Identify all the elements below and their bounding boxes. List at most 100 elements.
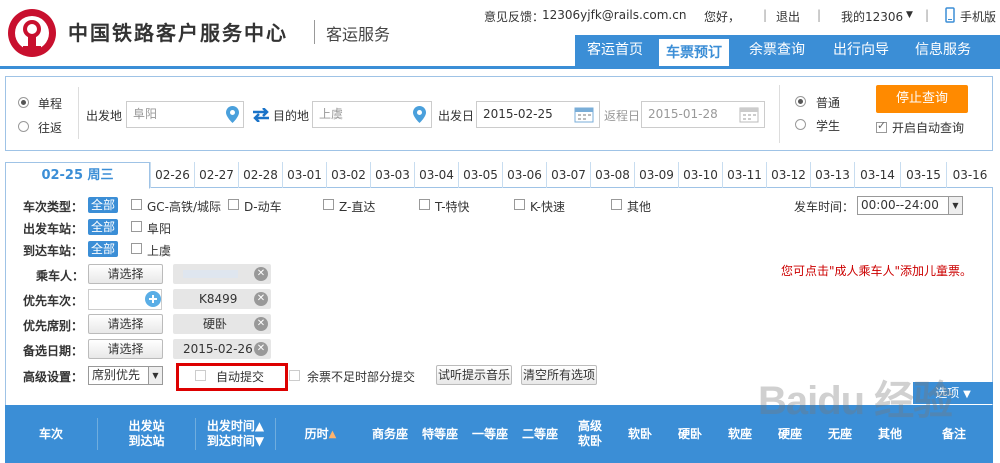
date-tab[interactable]: 02-26 bbox=[150, 162, 194, 188]
feedback-label: 意见反馈： bbox=[484, 10, 545, 24]
date-tab[interactable]: 03-09 bbox=[634, 162, 678, 188]
from-station-label: 出发车站： bbox=[23, 222, 84, 236]
train-type-label: 车次类型： bbox=[23, 200, 84, 214]
sort-down-icon[interactable]: ▼ bbox=[255, 434, 264, 448]
train-type-checkbox[interactable] bbox=[323, 199, 334, 210]
single-trip-radio[interactable] bbox=[18, 97, 29, 108]
nav-item-ticket-query[interactable]: 余票查询 bbox=[737, 35, 817, 66]
col-arrive-time[interactable]: 到达时间▼ bbox=[207, 434, 264, 449]
depart-time-select[interactable]: 00:00--24:00 ▼ bbox=[857, 196, 963, 215]
round-trip-radio[interactable] bbox=[18, 121, 29, 132]
remove-icon[interactable]: ✕ bbox=[254, 342, 268, 356]
train-type-checkbox[interactable] bbox=[611, 199, 622, 210]
passenger-tag: ✕ bbox=[173, 264, 271, 284]
my12306-link[interactable]: 我的12306 bbox=[841, 8, 903, 25]
train-type-label-d: D-动车 bbox=[244, 200, 282, 214]
remove-icon[interactable]: ✕ bbox=[254, 292, 268, 306]
date-tab[interactable]: 03-07 bbox=[546, 162, 590, 188]
chevron-down-icon[interactable]: ▼ bbox=[906, 10, 913, 20]
depart-time-label: 发车时间： bbox=[794, 200, 855, 214]
logout-link[interactable]: 退出 bbox=[776, 8, 800, 25]
date-tab[interactable]: 03-13 bbox=[810, 162, 854, 188]
stop-query-button[interactable]: 停止查询 bbox=[876, 85, 968, 113]
train-type-all-button[interactable]: 全部 bbox=[88, 197, 119, 213]
partial-submit-label: 余票不足时部分提交 bbox=[307, 370, 416, 384]
top-divider: | bbox=[763, 8, 768, 22]
advanced-select[interactable]: 席别优先 ▼ bbox=[88, 366, 163, 385]
date-tab[interactable]: 03-10 bbox=[678, 162, 722, 188]
child-ticket-note: 您可点击"成人乘车人"添加儿童票。 bbox=[781, 264, 973, 278]
test-music-button[interactable]: 试听提示音乐 bbox=[436, 365, 512, 385]
calendar-icon[interactable] bbox=[739, 105, 759, 123]
mobile-link[interactable]: 手机版 bbox=[960, 8, 996, 25]
priority-seat-label: 优先席别： bbox=[23, 319, 84, 333]
col-soft-sleeper: 软卧 bbox=[627, 426, 652, 441]
location-pin-icon[interactable] bbox=[413, 106, 426, 123]
from-station-all-button[interactable]: 全部 bbox=[88, 219, 119, 235]
date-tab[interactable]: 03-11 bbox=[722, 162, 766, 188]
sort-up-icon[interactable]: ▲ bbox=[329, 427, 337, 442]
nav-item-home[interactable]: 客运首页 bbox=[575, 35, 655, 66]
date-tab[interactable]: 03-01 bbox=[282, 162, 326, 188]
select-seat-button[interactable]: 请选择 bbox=[88, 314, 163, 334]
col-times[interactable]: 出发时间▲ 到达时间▼ bbox=[196, 405, 275, 463]
nav-item-travel-guide[interactable]: 出行向导 bbox=[821, 35, 901, 66]
priority-train-label: 优先车次： bbox=[23, 294, 84, 308]
sort-up-icon[interactable]: ▲ bbox=[255, 419, 264, 433]
date-tab[interactable]: 03-08 bbox=[590, 162, 634, 188]
passenger-label: 乘车人： bbox=[36, 269, 85, 283]
train-type-label-z: Z-直达 bbox=[339, 200, 376, 214]
nav-item-info-service[interactable]: 信息服务 bbox=[903, 35, 983, 66]
partial-submit-checkbox[interactable] bbox=[289, 370, 300, 381]
to-station-label: 到达车站： bbox=[23, 244, 84, 258]
top-divider: | bbox=[925, 8, 930, 22]
date-tab[interactable]: 03-15 bbox=[900, 162, 946, 188]
clear-all-button[interactable]: 清空所有选项 bbox=[521, 365, 597, 385]
select-alt-date-button[interactable]: 请选择 bbox=[88, 339, 163, 359]
alt-date-value: 2015-02-26 bbox=[183, 342, 253, 356]
date-tab[interactable]: 03-02 bbox=[326, 162, 370, 188]
date-tab[interactable]: 02-28 bbox=[238, 162, 282, 188]
add-icon[interactable] bbox=[145, 291, 161, 307]
date-tab[interactable]: 02-25 周三 bbox=[5, 162, 150, 189]
alt-date-label: 备选日期： bbox=[23, 344, 84, 358]
date-tab[interactable]: 03-12 bbox=[766, 162, 810, 188]
passenger-student-radio[interactable] bbox=[795, 119, 806, 130]
date-tab[interactable]: 03-14 bbox=[854, 162, 900, 188]
auto-query-label: 开启自动查询 bbox=[892, 121, 965, 135]
passenger-student-label: 学生 bbox=[816, 119, 841, 133]
col-depart-time[interactable]: 出发时间▲ bbox=[207, 419, 264, 434]
date-tab[interactable]: 03-05 bbox=[458, 162, 502, 188]
from-station-checkbox[interactable] bbox=[131, 221, 142, 232]
auto-query-checkbox[interactable] bbox=[876, 119, 887, 133]
calendar-icon[interactable] bbox=[574, 105, 594, 123]
train-type-checkbox[interactable] bbox=[131, 199, 142, 210]
col-to-station: 到达站 bbox=[128, 434, 165, 448]
remove-icon[interactable]: ✕ bbox=[254, 267, 268, 281]
select-passenger-button[interactable]: 请选择 bbox=[88, 264, 163, 284]
location-pin-icon[interactable] bbox=[226, 106, 239, 123]
train-type-checkbox[interactable] bbox=[514, 199, 525, 210]
train-type-checkbox[interactable] bbox=[228, 199, 239, 210]
col-special: 特等座 bbox=[421, 426, 458, 441]
date-tab[interactable]: 02-27 bbox=[194, 162, 238, 188]
date-tab[interactable]: 03-16 bbox=[946, 162, 993, 188]
top-divider: | bbox=[817, 8, 822, 22]
swap-stations-icon[interactable] bbox=[251, 108, 271, 122]
chevron-down-icon: ▼ bbox=[963, 389, 971, 400]
remove-icon[interactable]: ✕ bbox=[254, 317, 268, 331]
passenger-normal-radio[interactable] bbox=[795, 96, 806, 107]
train-type-label-other: 其他 bbox=[627, 200, 652, 214]
nav-item-booking[interactable]: 车票预订 bbox=[659, 37, 729, 66]
to-station-all-button[interactable]: 全部 bbox=[88, 241, 119, 257]
col-first: 一等座 bbox=[471, 426, 508, 441]
train-type-checkbox[interactable] bbox=[419, 199, 430, 210]
feedback-email-link[interactable]: 12306yjfk@rails.com.cn bbox=[542, 8, 686, 22]
baidu-watermark: Baidu 经验 bbox=[758, 379, 953, 423]
date-tabs: 02-25 周三 02-26 02-27 02-28 03-01 03-02 0… bbox=[5, 162, 993, 189]
date-tab[interactable]: 03-06 bbox=[502, 162, 546, 188]
col-duration[interactable]: 历时 ▲ bbox=[276, 405, 365, 463]
date-tab[interactable]: 03-03 bbox=[370, 162, 414, 188]
date-tab[interactable]: 03-04 bbox=[414, 162, 458, 188]
to-station-checkbox[interactable] bbox=[131, 243, 142, 254]
